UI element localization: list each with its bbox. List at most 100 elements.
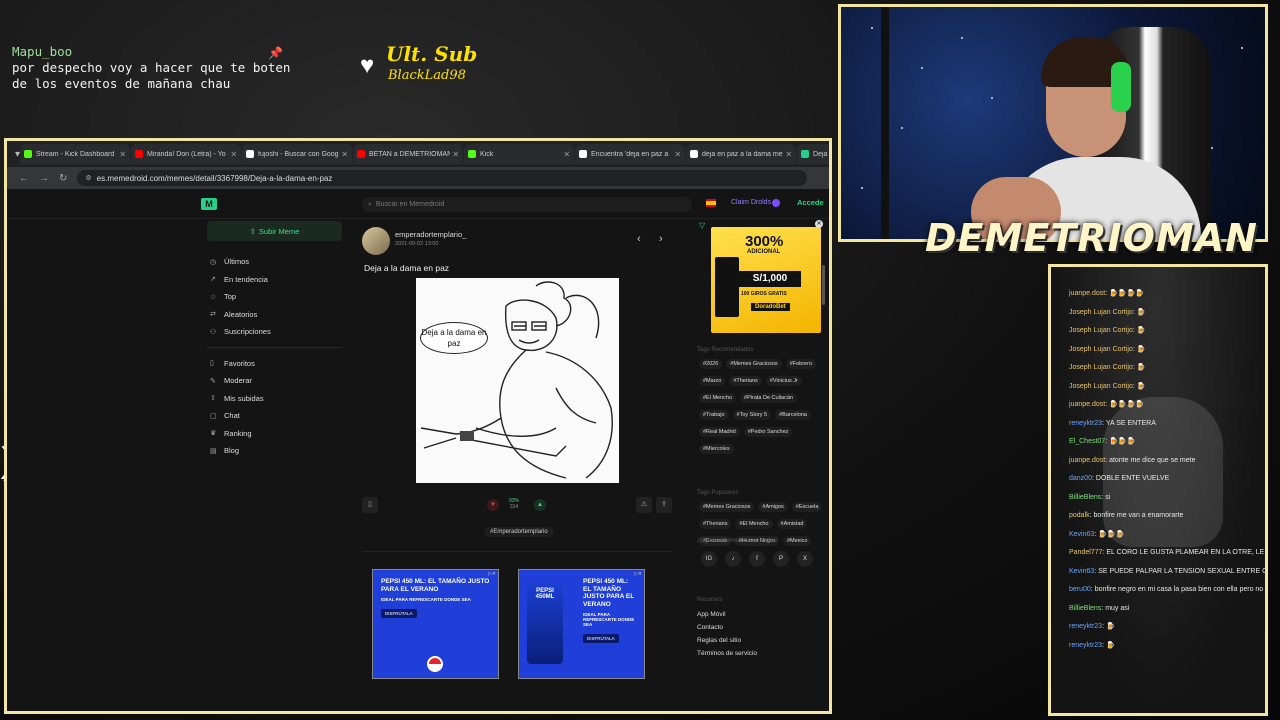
close-tab-icon[interactable]: ✕ <box>563 150 570 159</box>
next-meme-icon[interactable]: › <box>659 233 663 245</box>
ad-choices-icon[interactable]: ▷✕ <box>488 571 496 577</box>
close-tab-icon[interactable]: ✕ <box>341 150 348 159</box>
browser-tab[interactable]: Encuentra 'deja en paz a ✕ <box>575 144 686 164</box>
promo-adicional: ADICIONAL <box>747 249 781 255</box>
tag-chip[interactable]: #El Mencho <box>699 393 737 403</box>
tag-chip[interactable]: #Vinicius Jr <box>765 376 802 386</box>
nav-item-suscripciones[interactable]: ⚇ Suscripciones <box>207 323 342 341</box>
pepsi-ad-2[interactable]: ▷✕ PEPSI 450ML PEPSI 450 ML: EL TAMAÑO J… <box>518 569 645 679</box>
claim-drolds-link[interactable]: Claim Drolds <box>731 199 771 206</box>
tag-chip[interactable]: #Barcelona <box>775 410 811 420</box>
tag-chip[interactable]: #Mexico <box>782 536 812 546</box>
share-icon[interactable]: ⇪ <box>656 497 672 513</box>
chat-line: Joseph Lujan Cortijo: 🍺 <box>1069 345 1265 354</box>
nav-item-favoritos[interactable]: ▯ Favoritos <box>207 355 342 373</box>
tag-chip[interactable]: #Escuela <box>791 502 823 512</box>
close-tab-icon[interactable]: ✕ <box>119 150 126 159</box>
previous-meme-icon[interactable]: ‹ <box>637 233 641 245</box>
site-search-input[interactable]: ⌕ Buscar en Memedroid <box>362 197 692 212</box>
scrollbar[interactable] <box>822 265 825 305</box>
nav-item-últimos[interactable]: ◷ Últimos <box>207 253 342 271</box>
facebook-icon[interactable]: f <box>749 551 765 567</box>
tag-chip[interactable]: #2026 <box>699 359 723 369</box>
chat-line: juanpe.dost: 🍺🍺🍺🍺 <box>1069 289 1265 298</box>
resource-link[interactable]: Contacto <box>697 624 757 637</box>
memedroid-logo[interactable]: M <box>201 198 217 210</box>
tag-chip[interactable]: #Therians <box>699 519 732 529</box>
tab-label: fujoshi - Buscar con Goog <box>258 150 339 158</box>
downvote-icon[interactable]: ▼ <box>487 499 499 511</box>
tag-chip[interactable]: #Toy Story 5 <box>732 410 772 420</box>
drolds-coin-icon <box>772 199 780 207</box>
login-button[interactable]: Accede <box>797 198 824 207</box>
resource-link[interactable]: Reglas del sitio <box>697 637 757 650</box>
browser-tab[interactable]: Deja✕ <box>797 144 829 164</box>
nav-item-top[interactable]: ☆ Top <box>207 288 342 306</box>
tag-chip[interactable]: #Trabajo <box>699 410 729 420</box>
close-tab-icon[interactable]: ✕ <box>452 150 459 159</box>
tag-chip[interactable]: #Therians <box>729 376 762 386</box>
browser-tab[interactable]: fujoshi - Buscar con Goog ✕ <box>242 144 353 164</box>
browser-tab[interactable]: Miranda! Don (Letra) - Yo ✕ <box>131 144 242 164</box>
browser-tab[interactable]: Kick ✕ <box>464 144 575 164</box>
bookmark-icon[interactable]: ▯ <box>362 497 378 513</box>
tag-chip[interactable]: #Febrero <box>785 359 817 369</box>
tag-chip[interactable]: #Memes Graciosos <box>726 359 782 369</box>
subscriptions-icon: ⚇ <box>210 328 217 336</box>
meme-image[interactable]: Deja a la dama en paz <box>416 278 619 483</box>
pinterest-icon[interactable]: P <box>773 551 789 567</box>
browser-tab[interactable]: BETAN a DEMETRIOMAN ✕ <box>353 144 464 164</box>
spain-flag-icon[interactable] <box>706 199 716 207</box>
reload-icon[interactable]: ↻ <box>59 173 67 184</box>
back-icon[interactable]: ← <box>19 173 29 184</box>
forward-icon[interactable]: → <box>39 173 49 184</box>
tab-label: BETAN a DEMETRIOMAN <box>369 150 451 158</box>
tag-chip[interactable]: #Pirata De Culiacán <box>740 393 797 403</box>
url-text: es.memedroid.com/memes/detail/3367998/De… <box>96 173 333 183</box>
nav-item-moderar[interactable]: ✎ Moderar <box>207 372 342 390</box>
nav-item-ranking[interactable]: ♛ Ranking <box>207 425 342 443</box>
tag-chip[interactable]: #El Mencho <box>735 519 773 529</box>
nav-item-aleatorios[interactable]: ⇄ Aleatorios <box>207 306 342 324</box>
promo-amount: S/1,000 <box>739 271 801 287</box>
tag-chip[interactable]: #Real Madrid <box>699 427 740 437</box>
browser-tab[interactable]: Stream - Kick Dashboard ✕ <box>20 144 131 164</box>
close-tab-icon[interactable]: ✕ <box>674 150 681 159</box>
ad-cta-button[interactable]: DISFRÚTALA <box>583 634 619 643</box>
tiktok-icon[interactable]: ♪ <box>725 551 741 567</box>
avatar[interactable] <box>362 227 390 255</box>
close-tab-icon[interactable]: ✕ <box>785 150 792 159</box>
nav-item-blog[interactable]: ▤ Blog <box>207 442 342 460</box>
tag-chip[interactable]: #Amistad <box>776 519 808 529</box>
chat-text: 🍺 <box>1136 327 1146 334</box>
divider <box>362 551 672 552</box>
tag-chip[interactable]: #Amigos <box>758 502 788 512</box>
tag-chip[interactable]: #Miercoles <box>699 444 734 454</box>
resource-link[interactable]: App Móvil <box>697 611 757 624</box>
upload-meme-button[interactable]: ⇧ Subir Meme <box>207 221 342 241</box>
upvote-icon[interactable]: ▲ <box>534 499 546 511</box>
url-input[interactable]: ⚙ es.memedroid.com/memes/detail/3367998/… <box>77 170 808 186</box>
tag-chip[interactable]: #Marzo <box>699 376 726 386</box>
pepsi-ad-1[interactable]: ▷✕ PEPSI 450 ML: EL TAMAÑO JUSTO PARA EL… <box>372 569 499 679</box>
post-username[interactable]: emperadortemplario_ <box>395 230 466 239</box>
browser-tab[interactable]: deja en paz a la dama me ✕ <box>686 144 797 164</box>
report-icon[interactable]: ⚠ <box>636 497 652 513</box>
post-tag[interactable]: #Emperadortemplario <box>484 527 554 537</box>
nav-item-mis-subidas[interactable]: ⇧ Mis subidas <box>207 390 342 408</box>
doradobet-ad[interactable]: 300% ADICIONAL S/1,000 100 GIROS GRATIS … <box>711 227 821 333</box>
ad-choices-icon[interactable]: ▷✕ <box>634 571 642 577</box>
instagram-icon[interactable]: IG <box>701 551 717 567</box>
tag-chip[interactable]: #Memes Graciosos <box>699 502 755 512</box>
resource-link[interactable]: Términos de servicio <box>697 650 757 663</box>
ad-cta-button[interactable]: DISFRÚTALA <box>381 609 417 618</box>
close-tab-icon[interactable]: ✕ <box>230 150 237 159</box>
nav-item-chat[interactable]: ▢ Chat <box>207 407 342 425</box>
nav-item-en-tendencia[interactable]: ↗ En tendencia <box>207 271 342 289</box>
chat-text: 🍺 <box>1136 364 1146 371</box>
site-info-icon[interactable]: ⚙ <box>85 174 91 182</box>
promo-giros: 100 GIROS GRATIS <box>741 291 787 297</box>
x-icon[interactable]: X <box>797 551 813 567</box>
close-icon[interactable]: ✕ <box>815 220 823 228</box>
tag-chip[interactable]: #Pedro Sanchez <box>743 427 793 437</box>
